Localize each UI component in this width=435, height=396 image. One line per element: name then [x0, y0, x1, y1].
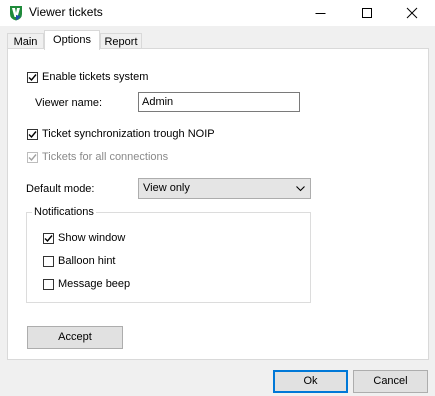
minimize-icon [315, 13, 326, 14]
title-bar[interactable]: Viewer tickets [0, 0, 435, 26]
notifications-title: Notifications [32, 206, 96, 218]
balloon-hint-checkbox[interactable] [43, 256, 54, 267]
maximize-button[interactable] [344, 0, 390, 26]
viewer-name-input[interactable] [138, 92, 300, 112]
tab-main[interactable]: Main [7, 33, 44, 49]
options-panel: Enable tickets system Viewer name: Ticke… [7, 48, 429, 360]
show-window-label: Show window [58, 232, 126, 244]
app-shield-icon [9, 5, 23, 21]
maximize-icon [362, 8, 372, 18]
close-button[interactable] [389, 0, 435, 26]
cancel-button[interactable]: Cancel [353, 370, 428, 393]
balloon-hint-label: Balloon hint [58, 255, 116, 267]
message-beep-label: Message beep [58, 278, 131, 290]
window-title: Viewer tickets [29, 5, 103, 19]
show-window-checkbox[interactable] [43, 233, 54, 244]
default-mode-value: View only [143, 182, 190, 194]
default-mode-select[interactable]: View only [138, 178, 311, 199]
checkmark-icon [28, 154, 37, 162]
default-mode-label: Default mode: [26, 183, 95, 195]
minimize-button[interactable] [298, 0, 344, 26]
accept-button[interactable]: Accept [27, 326, 123, 349]
tab-options[interactable]: Options [44, 30, 100, 50]
ok-button[interactable]: Ok [273, 370, 348, 393]
message-beep-checkbox[interactable] [43, 279, 54, 290]
checkmark-icon [44, 235, 53, 243]
tab-report[interactable]: Report [100, 33, 142, 49]
ticket-sync-label: Ticket synchronization trough NOIP [42, 128, 215, 140]
tab-strip: Main Options Report [0, 26, 435, 50]
viewer-name-label: Viewer name: [35, 97, 103, 109]
close-icon [406, 7, 418, 19]
all-connections-checkbox[interactable] [27, 152, 38, 163]
enable-tickets-checkbox[interactable] [27, 72, 38, 83]
checkmark-icon [28, 74, 37, 82]
enable-tickets-label: Enable tickets system [42, 71, 149, 83]
checkmark-icon [28, 131, 37, 139]
chevron-down-icon [296, 186, 305, 192]
ticket-sync-checkbox[interactable] [27, 129, 38, 140]
all-connections-label: Tickets for all connections [42, 151, 169, 163]
